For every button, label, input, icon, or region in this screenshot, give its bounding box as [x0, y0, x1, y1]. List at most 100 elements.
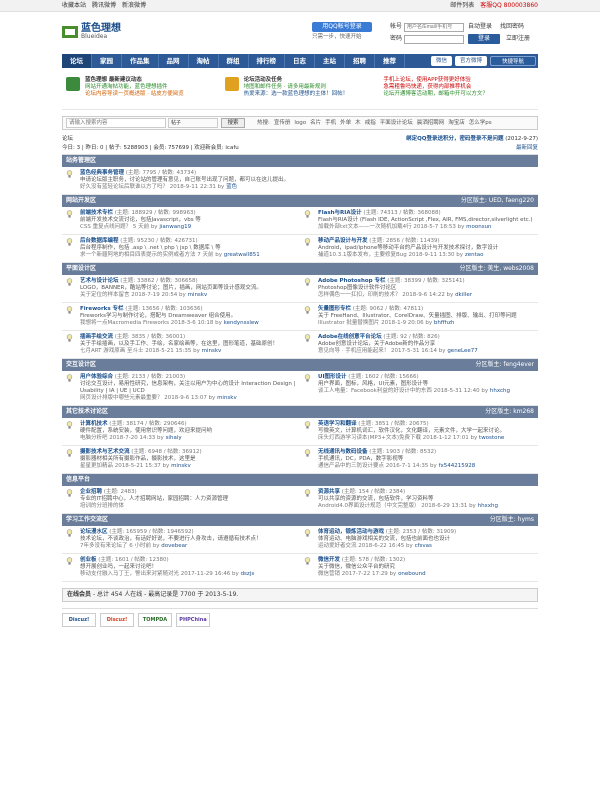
password-input[interactable]: [404, 34, 464, 44]
wechat-button[interactable]: 微信: [430, 56, 452, 66]
weibo-button[interactable]: 官方微博: [454, 56, 487, 66]
category-title[interactable]: 其它技术讨论区: [66, 406, 108, 418]
qq-login-button[interactable]: 用QQ帐号登录: [312, 22, 372, 32]
forum-title[interactable]: Fireworks 专栏: [80, 306, 124, 312]
last-post-link[interactable]: 微信营销 2017-7-22 17:29 by: [318, 571, 398, 577]
last-post-link[interactable]: 培训的分班排的体: [80, 503, 124, 509]
last-post-link[interactable]: Android4.0界面设计规范（中文完整版） 2018-6-29 13:31 …: [318, 503, 478, 509]
last-post-author[interactable]: twostone: [479, 435, 504, 441]
last-post-author[interactable]: cfsvas: [415, 543, 432, 549]
last-post-link[interactable]: 关于定位的样本留言 2018-7-19 20:54 by: [80, 292, 188, 298]
last-post-author[interactable]: fx544215928: [439, 463, 476, 469]
forum-title[interactable]: 前端技术专栏: [80, 210, 113, 216]
promo-link[interactable]: 热爱来源：选一款蓝色理想的主体！回帖！: [244, 91, 349, 98]
forum-title[interactable]: 无线通讯与数码设备: [318, 449, 368, 455]
topbar-link[interactable]: 收藏本站: [62, 2, 86, 9]
last-post-link[interactable]: 电脑分析吧 2018-7-20 14:33 by: [80, 435, 166, 441]
nav-item[interactable]: 日志: [285, 54, 315, 68]
breadcrumb-path[interactable]: 论坛: [62, 136, 73, 143]
latest-reply-link[interactable]: 最新回复: [516, 145, 538, 152]
promo-link[interactable]: 地图和邮件任务 · 请多用最新规则: [244, 84, 349, 91]
last-post-link[interactable]: 床头灯西游学习读本(MP3+文本)免费下载 2018-1-12 17:01 by: [318, 435, 479, 441]
hot-tag[interactable]: 晨洒招聘网: [417, 120, 445, 126]
last-post-author[interactable]: 蓝色: [226, 184, 237, 190]
nav-item[interactable]: 家园: [92, 54, 122, 68]
last-post-author[interactable]: minskv: [202, 348, 222, 354]
login-button[interactable]: 登录: [468, 34, 500, 44]
hot-tag[interactable]: 外单: [340, 120, 351, 126]
site-logo[interactable]: 蓝色理想 Blueidea: [62, 24, 121, 41]
last-post-link[interactable]: 谈工人电量：Facebook利益的好设计中的东西 2018-5-31 12:40…: [318, 388, 490, 394]
category-title[interactable]: 信息平台: [66, 474, 90, 486]
hot-tag[interactable]: 宣传册: [274, 120, 291, 126]
last-post-author[interactable]: hhxxhg: [478, 503, 498, 509]
forum-title[interactable]: Adobe Photoshop 专栏: [318, 278, 386, 284]
quick-nav-dropdown[interactable]: 快捷导航: [490, 56, 536, 66]
nav-item[interactable]: 论坛: [62, 54, 92, 68]
last-post-link[interactable]: 七月ART 游戏原画 至斗士 2018-5-21 15:35 by: [80, 348, 202, 354]
forum-title[interactable]: 创业板: [80, 557, 97, 563]
hot-tag[interactable]: 怎么学ps: [469, 120, 492, 126]
forum-title[interactable]: 插画手绘交流: [80, 334, 113, 340]
last-post-author[interactable]: kendynsslew: [224, 320, 259, 326]
forum-title[interactable]: 论坛漫水区: [80, 529, 108, 535]
forum-title[interactable]: UI图形设计: [318, 374, 347, 380]
nav-item[interactable]: 群组: [219, 54, 249, 68]
topbar-link[interactable]: 新浪微博: [122, 2, 146, 9]
last-post-author[interactable]: onebound: [398, 571, 426, 577]
nav-item[interactable]: 排行榜: [249, 54, 285, 68]
hot-tag[interactable]: 平面设计论坛: [380, 120, 413, 126]
hot-tag[interactable]: logo: [294, 120, 306, 126]
nav-item[interactable]: 作品集: [122, 54, 159, 68]
qq-bind-notice[interactable]: 绑定QQ登录送积分，密码登录不是问题: [406, 136, 503, 142]
last-post-author[interactable]: greatwall851: [224, 252, 260, 258]
nav-item[interactable]: 招聘: [345, 54, 375, 68]
last-post-link[interactable]: 加载外部txt文本——一次随机加载4行 2018-5-7 18:53 by: [318, 224, 466, 230]
forum-title[interactable]: 英语学习和翻译: [318, 421, 357, 427]
last-post-author[interactable]: minskv: [217, 395, 237, 401]
last-post-link[interactable]: 意见向导 · 手机应用能起来！ 2017-5-31 16:14 by: [318, 348, 447, 354]
hot-tag[interactable]: 名片: [310, 120, 321, 126]
last-post-author[interactable]: jianwang19: [159, 224, 191, 230]
category-title[interactable]: 站务管理区: [66, 155, 96, 167]
nav-item[interactable]: 推荐: [375, 54, 405, 68]
last-post-author[interactable]: bhffhzh: [434, 320, 455, 326]
promo-link[interactable]: 急需粗鲁吗快递，获得内部推荐机会: [383, 84, 488, 91]
last-post-author[interactable]: hhxchg: [490, 388, 510, 394]
hot-tag[interactable]: 木: [355, 120, 361, 126]
account-input[interactable]: [404, 22, 464, 32]
nav-item[interactable]: 淘帖: [189, 54, 219, 68]
mail-list-link[interactable]: 邮件列表: [450, 2, 474, 9]
service-qq-link[interactable]: 客服QQ 800003860: [480, 2, 538, 9]
forum-title[interactable]: 蓝色经典事务管理: [80, 170, 124, 176]
forum-title[interactable]: Flash与RIA设计: [318, 210, 362, 216]
last-post-author[interactable]: geneLee77: [447, 348, 477, 354]
forum-title[interactable]: 体育运动，锻炼活动与游戏: [318, 529, 384, 535]
find-password-link[interactable]: 找回密码: [500, 23, 524, 31]
last-post-author[interactable]: minskv: [171, 463, 191, 469]
last-post-author[interactable]: dszjs: [241, 571, 255, 577]
last-post-link[interactable]: Illustrator 批量替换图片 2018-1-9 20:06 by: [318, 320, 434, 326]
last-post-link[interactable]: 移动支付融入马丁王，警出来对紧随对光 2017-11-29 16:46 by: [80, 571, 241, 577]
last-post-link[interactable]: 求一个新疆阿地的相目四表提示的实例或者方法 7 天前 by: [80, 252, 224, 258]
friend-link[interactable]: PHPChina: [176, 612, 210, 627]
search-input[interactable]: [66, 118, 166, 128]
last-post-link[interactable]: 7年多没有来论坛了 6 小时前 by: [80, 543, 161, 549]
last-post-author[interactable]: moonsun: [466, 224, 491, 230]
last-post-author[interactable]: dovebear: [161, 543, 187, 549]
last-post-link[interactable]: 怎样偶色一一扛扣，印刷的技术？ 2018-9-6 14:22 by: [318, 292, 455, 298]
promo-link[interactable]: 论坛内容导读一页概述版 · 站皮方便阅览: [85, 91, 184, 98]
search-button[interactable]: 搜索: [221, 118, 245, 128]
online-label[interactable]: 在线会员: [67, 591, 91, 598]
hot-tag[interactable]: 淘宝店: [448, 120, 465, 126]
last-post-link[interactable]: 星星更加精品 2018-5-21 15:37 by: [80, 463, 171, 469]
forum-title[interactable]: 资源共享: [318, 489, 340, 495]
forum-title[interactable]: 微信开发: [318, 557, 340, 563]
forum-title[interactable]: 后台数据库编程: [80, 238, 119, 244]
forum-title[interactable]: Adobe在线创意平台论坛: [318, 334, 382, 340]
category-title[interactable]: 交互设计区: [66, 359, 96, 371]
nav-item[interactable]: 品网: [159, 54, 189, 68]
last-post-author[interactable]: sihaiy: [166, 435, 182, 441]
last-post-link[interactable]: 网页设计排版中哪些元素最重要？ 2018-9-6 13:07 by: [80, 395, 217, 401]
last-post-author[interactable]: minskv: [188, 292, 208, 298]
